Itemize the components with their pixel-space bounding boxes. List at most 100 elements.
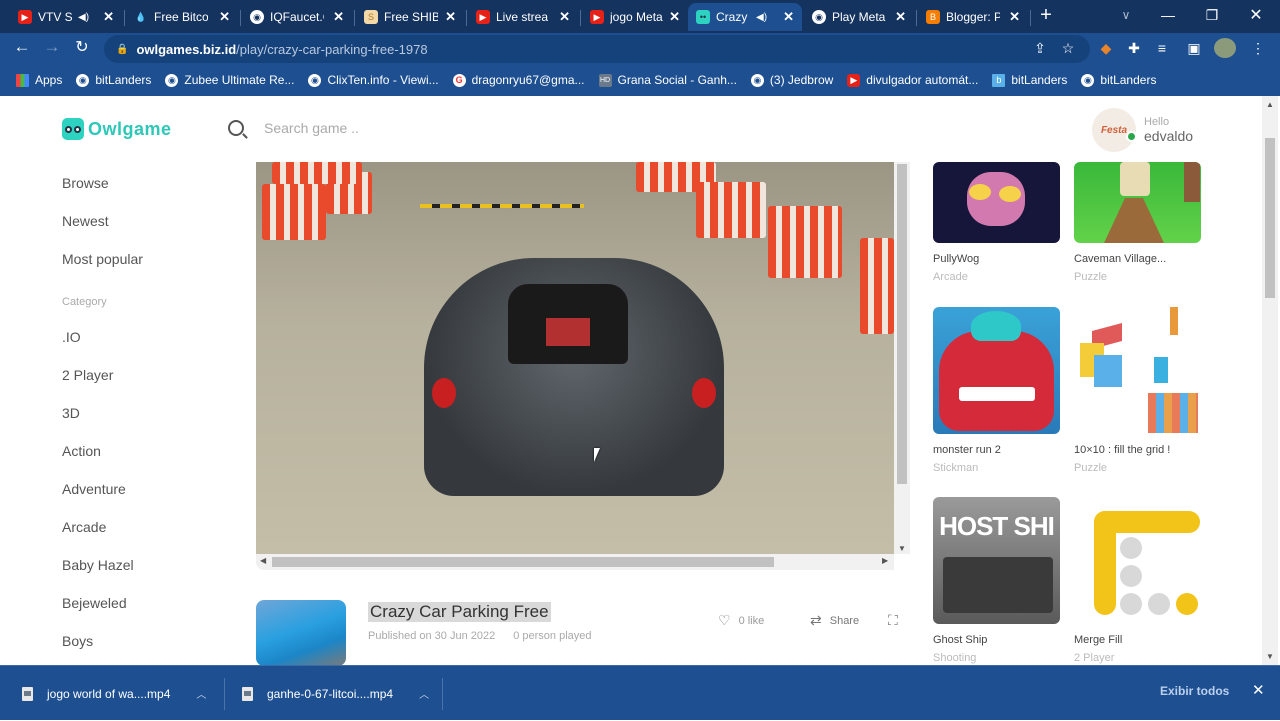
bookmark-item[interactable]: ◉ bitLanders xyxy=(76,73,151,87)
new-tab-button[interactable]: + xyxy=(1024,0,1068,30)
bookmark-item[interactable]: ◉ (3) Jedbrow xyxy=(750,73,833,87)
game-canvas[interactable] xyxy=(256,162,894,554)
extensions-puzzle-icon[interactable]: ✚ xyxy=(1124,40,1144,57)
category-bejeweled[interactable]: Bejeweled xyxy=(62,584,222,622)
user-profile[interactable]: Festa Hello edvaldo xyxy=(1092,108,1193,152)
restore-button[interactable]: ❐ xyxy=(1190,0,1234,30)
close-tab-icon[interactable]: ✕ xyxy=(445,9,456,25)
game-iframe[interactable]: ▼ ◀ ▶ xyxy=(256,162,910,570)
tab-4[interactable]: S Free SHIB ✕ xyxy=(356,3,464,31)
youtube-icon: ▶ xyxy=(476,10,490,24)
close-tab-icon[interactable]: ✕ xyxy=(103,9,114,25)
minimize-button[interactable]: — xyxy=(1146,0,1190,30)
chevron-up-icon[interactable]: ︿ xyxy=(196,686,206,701)
tab-active[interactable]: •• Crazy ◀) ✕ xyxy=(688,3,802,31)
youtube-icon: ▶ xyxy=(590,10,604,24)
category-3d[interactable]: 3D xyxy=(62,394,222,432)
bookmark-apps[interactable]: Apps xyxy=(16,73,62,87)
bookmark-item[interactable]: ▶ divulgador automát... xyxy=(847,73,978,87)
bookmark-item[interactable]: Gdragonryu67@gma... xyxy=(452,73,585,87)
close-window-button[interactable]: ✕ xyxy=(1234,0,1278,30)
download-filename: ganhe-0-67-litcoi....mp4 xyxy=(267,686,394,701)
category-adventure[interactable]: Adventure xyxy=(62,470,222,508)
game-card-image xyxy=(1074,162,1201,243)
share-page-icon[interactable]: ⇪ xyxy=(1030,40,1050,57)
search-icon[interactable] xyxy=(228,120,244,136)
reading-list-icon[interactable]: ≡ xyxy=(1152,40,1172,56)
address-bar[interactable]: 🔒 owlgames.biz.id /play/crazy-car-parkin… xyxy=(104,35,1090,63)
close-tab-icon[interactable]: ✕ xyxy=(1009,9,1020,25)
share-button[interactable]: ⇄ Share xyxy=(810,612,859,629)
close-downloads-bar-icon[interactable]: ✕ xyxy=(1252,681,1265,699)
game-card[interactable]: PullyWog Arcade xyxy=(933,162,1060,283)
bookmark-item[interactable]: ◉ ClixTen.info - Viewi... xyxy=(308,73,439,87)
game-card-image xyxy=(1074,307,1201,434)
close-tab-icon[interactable]: ✕ xyxy=(333,9,344,25)
category-io[interactable]: .IO xyxy=(62,318,222,356)
close-tab-icon[interactable]: ✕ xyxy=(895,9,906,25)
tab-6[interactable]: ▶ jogo Meta ✕ xyxy=(582,3,688,31)
bookmark-item[interactable]: HD Grana Social - Ganh... xyxy=(598,73,737,87)
game-card-image xyxy=(1074,497,1201,624)
menu-kebab-icon[interactable]: ⋮ xyxy=(1248,40,1268,57)
tab-8[interactable]: ◉ Play Meta ✕ xyxy=(804,3,914,31)
fullscreen-button[interactable]: ⛶ xyxy=(888,612,898,629)
download-item[interactable]: jogo world of wa....mp4 ︿ xyxy=(22,666,206,721)
game-card[interactable]: HOST SHI Ghost Ship Shooting xyxy=(933,497,1060,664)
download-item[interactable]: ganhe-0-67-litcoi....mp4 ︿ xyxy=(242,666,429,721)
speaker-icon[interactable]: ◀) xyxy=(78,12,89,23)
close-tab-icon[interactable]: ✕ xyxy=(783,9,794,25)
category-action[interactable]: Action xyxy=(62,432,222,470)
tab-search-icon[interactable]: ∨ xyxy=(1104,0,1148,30)
nav-newest[interactable]: Newest xyxy=(62,202,222,240)
game-vertical-scrollbar[interactable]: ▼ xyxy=(894,162,910,554)
close-tab-icon[interactable]: ✕ xyxy=(669,9,680,25)
lock-icon[interactable]: 🔒 xyxy=(116,44,128,55)
sidebar: Browse Newest Most popular Category .IO … xyxy=(62,164,222,660)
metamask-extension-icon[interactable]: ◆ xyxy=(1096,40,1116,57)
category-2-player[interactable]: 2 Player xyxy=(62,356,222,394)
side-panel-icon[interactable]: ▣ xyxy=(1184,40,1204,57)
game-card[interactable]: Merge Fill 2 Player xyxy=(1074,497,1201,664)
profile-avatar[interactable] xyxy=(1214,38,1236,58)
logo-text: Owlgame xyxy=(88,118,172,139)
reload-button[interactable]: ↻ xyxy=(70,37,94,57)
tab-9[interactable]: B Blogger: P ✕ xyxy=(918,3,1028,31)
game-card[interactable]: Caveman Village... Puzzle xyxy=(1074,162,1201,283)
blogger-icon: B xyxy=(926,10,940,24)
tab-5[interactable]: ▶ Live strea ✕ xyxy=(468,3,578,31)
game-card[interactable]: monster run 2 Stickman xyxy=(933,307,1060,474)
username: edvaldo xyxy=(1144,128,1194,144)
bookmark-item[interactable]: ◉ Zubee Ultimate Re... xyxy=(165,73,294,87)
game-card-title: Caveman Village... xyxy=(1074,253,1167,265)
barrier xyxy=(272,162,362,184)
back-button[interactable]: ← xyxy=(10,37,34,57)
speaker-icon[interactable]: ◀) xyxy=(756,12,767,23)
nav-most-popular[interactable]: Most popular xyxy=(62,240,222,278)
bookmark-star-icon[interactable]: ☆ xyxy=(1058,40,1078,57)
like-button[interactable]: ♡ 0 like xyxy=(718,612,764,629)
tab-2[interactable]: 💧 Free Bitcoi ✕ xyxy=(126,3,238,31)
tab-1[interactable]: ▶ VTV SI ◀) ✕ xyxy=(10,3,122,31)
nav-browse[interactable]: Browse xyxy=(62,164,222,202)
barrier xyxy=(696,182,766,238)
game-card[interactable]: 10×10 : fill the grid ! Puzzle xyxy=(1074,307,1201,474)
bookmark-item[interactable]: ◉ bitLanders xyxy=(1081,73,1156,87)
page-scrollbar[interactable]: ▲ ▼ xyxy=(1262,96,1278,665)
category-arcade[interactable]: Arcade xyxy=(62,508,222,546)
show-all-downloads-button[interactable]: Exibir todos xyxy=(1160,684,1229,698)
bookmark-item[interactable]: b bitLanders xyxy=(992,73,1067,87)
user-avatar[interactable]: Festa xyxy=(1092,108,1137,152)
url-host: owlgames.biz.id xyxy=(136,41,237,57)
site-logo[interactable]: Owlgame xyxy=(62,118,172,140)
category-baby-hazel[interactable]: Baby Hazel xyxy=(62,546,222,584)
game-horizontal-scrollbar[interactable]: ◀ ▶ xyxy=(256,554,894,570)
close-tab-icon[interactable]: ✕ xyxy=(559,9,570,25)
chevron-up-icon[interactable]: ︿ xyxy=(419,686,429,701)
game-card-image xyxy=(933,162,1060,243)
tab-3[interactable]: ◉ IQFaucet.C ✕ xyxy=(242,3,352,31)
category-boys[interactable]: Boys xyxy=(62,622,222,660)
search-input[interactable] xyxy=(264,120,564,136)
close-tab-icon[interactable]: ✕ xyxy=(219,9,230,25)
forward-button[interactable]: → xyxy=(40,37,64,57)
